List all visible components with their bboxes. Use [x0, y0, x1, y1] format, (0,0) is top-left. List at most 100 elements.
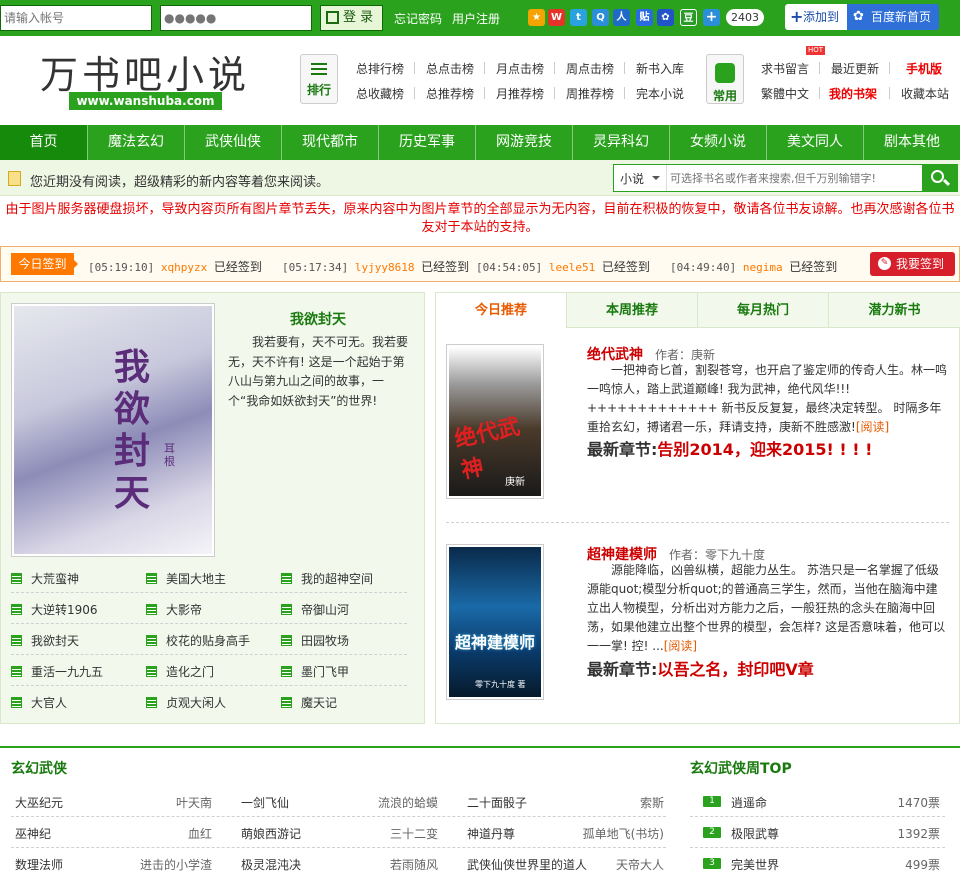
author-link[interactable]: 索斯 [574, 794, 664, 811]
rank-link[interactable]: 总推荐榜 [426, 85, 474, 102]
bookshelf-link[interactable]: 我的书架 [829, 85, 877, 102]
tieba-share-icon[interactable]: 贴 [636, 9, 653, 26]
author-link[interactable]: 孤单地飞(书坊) [560, 825, 664, 842]
search-input[interactable] [670, 167, 920, 189]
nav-home[interactable]: 首页 [0, 125, 88, 160]
register-link[interactable]: 用户注册 [452, 10, 500, 27]
author-link[interactable]: 流浪的蛤蟆 [348, 794, 438, 811]
book-cover[interactable]: 超神建模师 零下九十度 著 [446, 544, 544, 700]
book-link[interactable]: 造化之门 [146, 663, 214, 680]
common-box[interactable]: 常用 [706, 54, 744, 104]
author-link[interactable]: 进击的小学渣 [130, 856, 212, 873]
signin-entry: [05:19:10] xqhpyzx 已经签到 [88, 260, 262, 274]
book-link[interactable]: 武侠仙侠世界里的道人 [467, 856, 587, 873]
read-link[interactable]: [阅读] [856, 420, 889, 434]
tab-today[interactable]: 今日推荐 [436, 293, 567, 328]
rank-link[interactable]: 周推荐榜 [566, 85, 614, 102]
author-link[interactable]: 叶天南 [140, 794, 212, 811]
book-link[interactable]: 校花的贴身高手 [146, 632, 250, 649]
book-link[interactable]: 魔天记 [281, 694, 337, 711]
book-link[interactable]: 贞观大闲人 [146, 694, 226, 711]
tab-month[interactable]: 每月热门 [698, 293, 829, 328]
author-link[interactable]: 若雨随风 [348, 856, 438, 873]
book-link[interactable]: 帝御山河 [281, 601, 349, 618]
book-link[interactable]: 大荒蛮神 [11, 570, 79, 587]
author-link[interactable]: 天帝大人 [594, 856, 664, 873]
book-link[interactable]: 一剑飞仙 [241, 794, 289, 811]
qq-share-icon[interactable]: Q [592, 9, 609, 26]
douban-share-icon[interactable]: 豆 [680, 9, 697, 26]
weibo-share-icon[interactable]: W [548, 9, 565, 26]
top-book-link[interactable]: 逍遥命 [731, 794, 767, 811]
tab-new[interactable]: 潜力新书 [829, 293, 960, 328]
baidu-share-icon[interactable]: ✿ [657, 9, 674, 26]
baidu-home-button[interactable]: ✿ 百度新首页 [847, 4, 939, 30]
tab-week[interactable]: 本周推荐 [567, 293, 698, 328]
book-link[interactable]: 我的超神空间 [281, 570, 373, 587]
add-to-button[interactable]: + 添加到 [785, 4, 847, 30]
top-book-link[interactable]: 完美世界 [731, 856, 779, 873]
book-link[interactable]: 大巫纪元 [15, 794, 63, 811]
nav-item[interactable]: 魔法玄幻 [88, 125, 185, 160]
qzone-share-icon[interactable]: ★ [528, 9, 545, 26]
book-cover[interactable]: 绝代武神 庚新 [446, 344, 544, 499]
login-button[interactable]: 登 录 [320, 5, 383, 31]
password-input[interactable] [160, 5, 312, 31]
rank-link[interactable]: 总排行榜 [356, 60, 404, 77]
rank-link[interactable]: 总收藏榜 [356, 85, 404, 102]
rank-link[interactable]: 完本小说 [636, 85, 684, 102]
cover-title: 我欲封天 [114, 346, 151, 514]
signin-button[interactable]: ✎ 我要签到 [870, 252, 955, 276]
rank-link[interactable]: 月点击榜 [496, 60, 544, 77]
site-logo[interactable]: 万书吧小说 [40, 44, 250, 99]
nav-item[interactable]: 灵异科幻 [573, 125, 670, 160]
book-link[interactable]: 二十面骰子 [467, 794, 527, 811]
featured-title[interactable]: 我欲封天 [290, 309, 346, 329]
rank-link[interactable]: 总点击榜 [426, 60, 474, 77]
account-input[interactable] [0, 5, 152, 31]
latest-chapter-link[interactable]: 以吾之名，封印吧V章 [657, 660, 813, 679]
search-type-select[interactable]: 小说 [620, 170, 644, 187]
book-link[interactable]: 重活一九九五 [11, 663, 103, 680]
top-book-link[interactable]: 极限武尊 [731, 825, 779, 842]
nav-item[interactable]: 剧本其他 [864, 125, 960, 160]
book-link[interactable]: 大官人 [11, 694, 67, 711]
common-link[interactable]: 最近更新 [831, 60, 879, 77]
book-link[interactable]: 我欲封天 [11, 632, 79, 649]
more-share-icon[interactable]: + [703, 9, 720, 26]
author-link[interactable]: 血红 [140, 825, 212, 842]
book-link[interactable]: 大影帝 [146, 601, 202, 618]
search-button[interactable] [922, 164, 958, 192]
rank-link[interactable]: 新书入库 [636, 60, 684, 77]
book-link[interactable]: 田园牧场 [281, 632, 349, 649]
nav-item[interactable]: 现代都市 [282, 125, 379, 160]
nav-item[interactable]: 武侠仙侠 [185, 125, 282, 160]
renren-share-icon[interactable]: 人 [613, 9, 630, 26]
nav-item[interactable]: 女频小说 [670, 125, 767, 160]
mobile-link[interactable]: 手机版 [906, 60, 942, 77]
latest-chapter-link[interactable]: 告别2014，迎来2015! ! ! ! [657, 440, 872, 459]
book-link[interactable]: 巫神纪 [15, 825, 51, 842]
read-link[interactable]: [阅读] [664, 639, 697, 653]
nav-item[interactable]: 网游竞技 [476, 125, 573, 160]
book-link[interactable]: 萌娘西游记 [241, 825, 301, 842]
common-link[interactable]: 求书留言 [761, 60, 809, 77]
book-link[interactable]: 极灵混沌决 [241, 856, 301, 873]
book-link[interactable]: 神道丹尊 [467, 825, 515, 842]
book-link[interactable]: 大逆转1906 [11, 601, 98, 618]
nav-item[interactable]: 历史军事 [379, 125, 476, 160]
nav-item[interactable]: 美文同人 [767, 125, 864, 160]
featured-cover[interactable]: 我欲封天 耳根 [11, 303, 215, 557]
note-icon [8, 171, 21, 186]
tencent-weibo-share-icon[interactable]: t [570, 9, 587, 26]
author-link[interactable]: 三十二变 [348, 825, 438, 842]
book-link[interactable]: 数理法师 [15, 856, 63, 873]
common-link[interactable]: 繁體中文 [761, 85, 809, 102]
rank-box[interactable]: 排行 [300, 54, 338, 104]
rank-link[interactable]: 月推荐榜 [496, 85, 544, 102]
book-link[interactable]: 美国大地主 [146, 570, 226, 587]
forgot-password-link[interactable]: 忘记密码 [394, 10, 442, 27]
rank-link[interactable]: 周点击榜 [566, 60, 614, 77]
book-link[interactable]: 墨门飞甲 [281, 663, 349, 680]
bookmark-link[interactable]: 收藏本站 [901, 85, 949, 102]
